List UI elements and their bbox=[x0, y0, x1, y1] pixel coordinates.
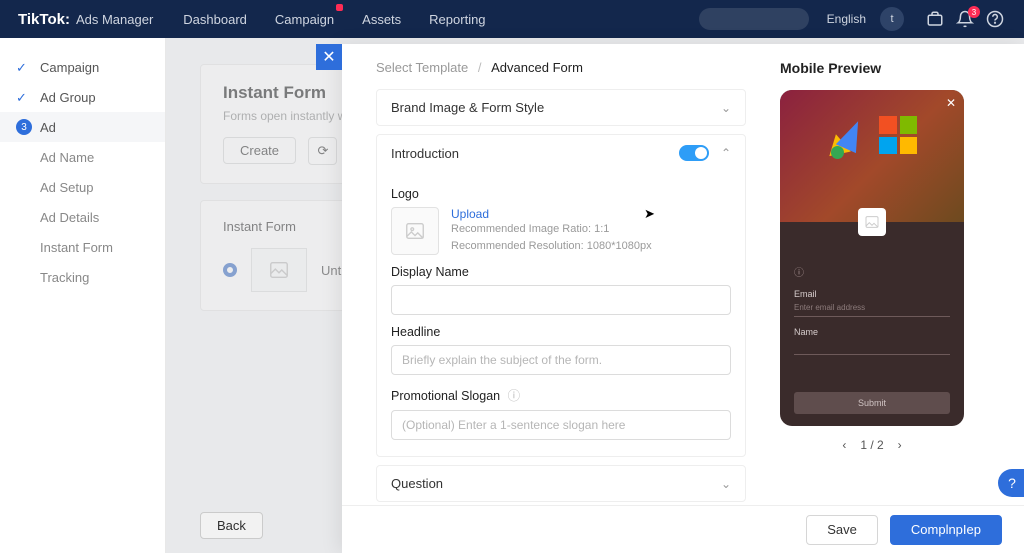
preview-name-input bbox=[794, 337, 950, 355]
section-question-header[interactable]: Question ⌄ bbox=[377, 466, 745, 501]
pager-next[interactable]: › bbox=[898, 438, 902, 452]
intro-toggle[interactable] bbox=[679, 145, 709, 161]
logo-placeholder[interactable] bbox=[391, 207, 439, 255]
avatar[interactable]: t bbox=[880, 7, 904, 31]
briefcase-icon[interactable] bbox=[926, 10, 946, 28]
preview-logo-placeholder bbox=[858, 208, 886, 236]
help-fab[interactable]: ? bbox=[998, 469, 1024, 497]
slogan-input[interactable] bbox=[391, 410, 731, 440]
chevron-up-icon: ⌃ bbox=[721, 146, 731, 160]
preview-name-label: Name bbox=[794, 327, 950, 337]
preview-email-input: Enter email address bbox=[794, 299, 950, 317]
headline-input[interactable] bbox=[391, 345, 731, 375]
pager-prev[interactable]: ‹ bbox=[842, 438, 846, 452]
chevron-down-icon: ⌄ bbox=[721, 477, 731, 491]
left-sidebar: ✓ Campaign ✓ Ad Group 3 Ad Ad Name Ad Se… bbox=[0, 38, 166, 553]
save-button[interactable]: Save bbox=[806, 515, 878, 545]
check-icon: ✓ bbox=[16, 90, 30, 104]
section-intro-header[interactable]: Introduction ⌃ bbox=[377, 135, 745, 171]
close-button[interactable]: ✕ bbox=[316, 44, 342, 70]
microsoft-logo bbox=[879, 116, 917, 154]
preview-email-label: Email bbox=[794, 289, 950, 299]
sidebar-sub-adsetup[interactable]: Ad Setup bbox=[0, 172, 165, 202]
preview-submit-button: Submit bbox=[794, 392, 950, 414]
preview-title: Mobile Preview bbox=[780, 60, 998, 76]
pager-text: 1 / 2 bbox=[860, 438, 883, 452]
sidebar-item-ad[interactable]: 3 Ad bbox=[0, 112, 165, 142]
sidebar-item-campaign[interactable]: ✓ Campaign bbox=[0, 52, 165, 82]
preview-info-icon: ⓘ bbox=[794, 264, 950, 279]
logo-hint2: Recommended Resolution: 1080*1080px bbox=[451, 238, 652, 255]
headline-label: Headline bbox=[391, 325, 731, 339]
nav-reporting[interactable]: Reporting bbox=[429, 12, 485, 27]
sidebar-sub-instantform[interactable]: Instant Form bbox=[0, 232, 165, 262]
language-select[interactable]: English bbox=[827, 12, 866, 26]
display-name-input[interactable] bbox=[391, 285, 731, 315]
sidebar-sub-adname[interactable]: Ad Name bbox=[0, 142, 165, 172]
bell-badge: 3 bbox=[968, 6, 980, 18]
complete-button[interactable]: ComplnpIep bbox=[890, 515, 1002, 545]
chevron-down-icon: ⌄ bbox=[721, 101, 731, 115]
sidebar-sub-addetails[interactable]: Ad Details bbox=[0, 202, 165, 232]
bell-icon[interactable]: 3 bbox=[956, 10, 976, 28]
breadcrumb-current: Advanced Form bbox=[491, 60, 583, 75]
section-brand: Brand Image & Form Style ⌄ bbox=[376, 89, 746, 126]
preview-close-icon[interactable]: ✕ bbox=[946, 96, 956, 110]
nav-campaign[interactable]: Campaign bbox=[275, 12, 334, 27]
form-editor-modal: ✕ Select Template / Advanced Form Brand … bbox=[342, 44, 1024, 553]
top-nav: TikTok: Ads Manager Dashboard Campaign A… bbox=[0, 0, 1024, 38]
nav-dashboard[interactable]: Dashboard bbox=[183, 12, 247, 27]
preview-pager: ‹ 1 / 2 › bbox=[780, 438, 964, 452]
section-brand-header[interactable]: Brand Image & Form Style ⌄ bbox=[377, 90, 745, 125]
sidebar-sub-tracking[interactable]: Tracking bbox=[0, 262, 165, 292]
step-number: 3 bbox=[16, 119, 32, 135]
breadcrumb: Select Template / Advanced Form bbox=[376, 60, 750, 75]
section-question: Question ⌄ bbox=[376, 465, 746, 502]
section-intro: Introduction ⌃ Logo bbox=[376, 134, 746, 457]
check-icon: ✓ bbox=[16, 60, 30, 74]
info-icon[interactable]: ⓘ bbox=[508, 389, 521, 403]
mobile-preview: ✕ ⓘ Email Enter ema bbox=[780, 90, 964, 426]
display-name-label: Display Name bbox=[391, 265, 731, 279]
nav-assets[interactable]: Assets bbox=[362, 12, 401, 27]
logo-hint1: Recommended Image Ratio: 1:1 bbox=[451, 221, 652, 238]
logo-label: Logo bbox=[391, 187, 731, 201]
brand: TikTok: bbox=[18, 11, 70, 28]
modal-footer: Save ComplnpIep bbox=[342, 505, 1024, 553]
breadcrumb-prev[interactable]: Select Template bbox=[376, 60, 468, 75]
sidebar-item-adgroup[interactable]: ✓ Ad Group bbox=[0, 82, 165, 112]
account-selector[interactable] bbox=[699, 8, 809, 30]
slogan-label: Promotional Slogan ⓘ bbox=[391, 385, 731, 404]
brand-sub: Ads Manager bbox=[76, 12, 153, 27]
google-ads-logo bbox=[827, 116, 871, 160]
nav-badge bbox=[336, 4, 343, 11]
help-icon[interactable] bbox=[986, 10, 1006, 28]
hero-logos bbox=[780, 116, 964, 160]
upload-link[interactable]: Upload bbox=[451, 207, 652, 221]
preview-column: Mobile Preview ✕ bbox=[770, 44, 1024, 505]
